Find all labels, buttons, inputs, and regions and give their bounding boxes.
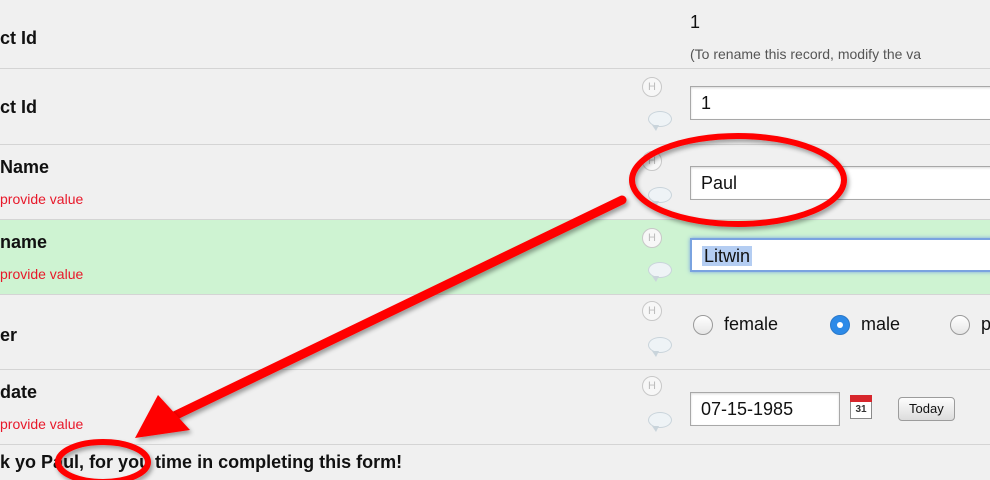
highlight-circle-field: [629, 133, 847, 227]
annotation-overlay: [55, 133, 847, 480]
highlight-circle-message: [55, 439, 151, 480]
annotation-arrow-shaft: [165, 195, 627, 423]
